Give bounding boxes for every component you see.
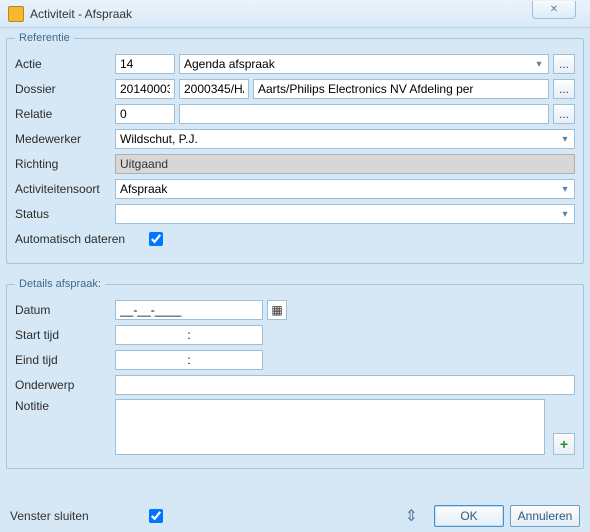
- ellipsis-icon: ...: [559, 82, 569, 96]
- titlebar: Activiteit - Afspraak ✕: [0, 0, 590, 28]
- relatie-code-input[interactable]: [115, 104, 175, 124]
- start-tijd-input[interactable]: [115, 325, 263, 345]
- referentie-legend: Referentie: [15, 32, 74, 44]
- notitie-add-button[interactable]: +: [553, 433, 575, 455]
- datum-picker-button[interactable]: ▦: [267, 300, 287, 320]
- actie-code-input[interactable]: [115, 54, 175, 74]
- status-label: Status: [15, 207, 115, 221]
- actie-label: Actie: [15, 57, 115, 71]
- richting-label: Richting: [15, 157, 115, 171]
- autodate-label: Automatisch dateren: [15, 232, 145, 246]
- actie-desc-select[interactable]: [179, 54, 549, 74]
- ellipsis-icon: ...: [559, 57, 569, 71]
- soort-select[interactable]: [115, 179, 575, 199]
- referentie-group: Referentie Actie ▾ ... Dossier ...: [6, 32, 584, 264]
- soort-label: Activiteitensoort: [15, 182, 115, 196]
- relatie-label: Relatie: [15, 107, 115, 121]
- notitie-label: Notitie: [15, 399, 115, 413]
- relatie-lookup-button[interactable]: ...: [553, 104, 575, 124]
- status-select[interactable]: [115, 204, 575, 224]
- dossier-desc-input[interactable]: [253, 79, 549, 99]
- dossier-label: Dossier: [15, 82, 115, 96]
- ok-button[interactable]: OK: [434, 505, 504, 527]
- dossier-nr-input[interactable]: [179, 79, 249, 99]
- close-button[interactable]: ✕: [532, 1, 576, 19]
- calendar-icon: ▦: [271, 304, 282, 316]
- dossier-jaar-input[interactable]: [115, 79, 175, 99]
- window-title: Activiteit - Afspraak: [30, 7, 132, 21]
- bottom-bar: Venster sluiten ⇕ OK Annuleren: [0, 500, 590, 532]
- dossier-lookup-button[interactable]: ...: [553, 79, 575, 99]
- actie-lookup-button[interactable]: ...: [553, 54, 575, 74]
- plus-icon: +: [560, 437, 568, 451]
- venster-sluiten-label: Venster sluiten: [10, 509, 89, 523]
- cancel-button[interactable]: Annuleren: [510, 505, 580, 527]
- onderwerp-input[interactable]: [115, 375, 575, 395]
- eind-tijd-input[interactable]: [115, 350, 263, 370]
- datum-label: Datum: [15, 303, 115, 317]
- eind-label: Eind tijd: [15, 353, 115, 367]
- medewerker-select[interactable]: [115, 129, 575, 149]
- relatie-desc-input[interactable]: [179, 104, 549, 124]
- ellipsis-icon: ...: [559, 107, 569, 121]
- datum-input[interactable]: [115, 300, 263, 320]
- app-icon: [8, 6, 24, 22]
- venster-sluiten-checkbox[interactable]: [149, 509, 163, 523]
- richting-value: Uitgaand: [115, 154, 575, 174]
- onderwerp-label: Onderwerp: [15, 378, 115, 392]
- close-icon: ✕: [550, 4, 558, 15]
- medewerker-label: Medewerker: [15, 132, 115, 146]
- details-legend: Details afspraak:: [15, 278, 105, 290]
- notitie-textarea[interactable]: [115, 399, 545, 455]
- start-label: Start tijd: [15, 328, 115, 342]
- details-group: Details afspraak: Datum ▦ Start tijd Ein…: [6, 278, 584, 469]
- resize-vertical-icon[interactable]: ⇕: [405, 506, 418, 526]
- autodate-checkbox[interactable]: [149, 232, 163, 246]
